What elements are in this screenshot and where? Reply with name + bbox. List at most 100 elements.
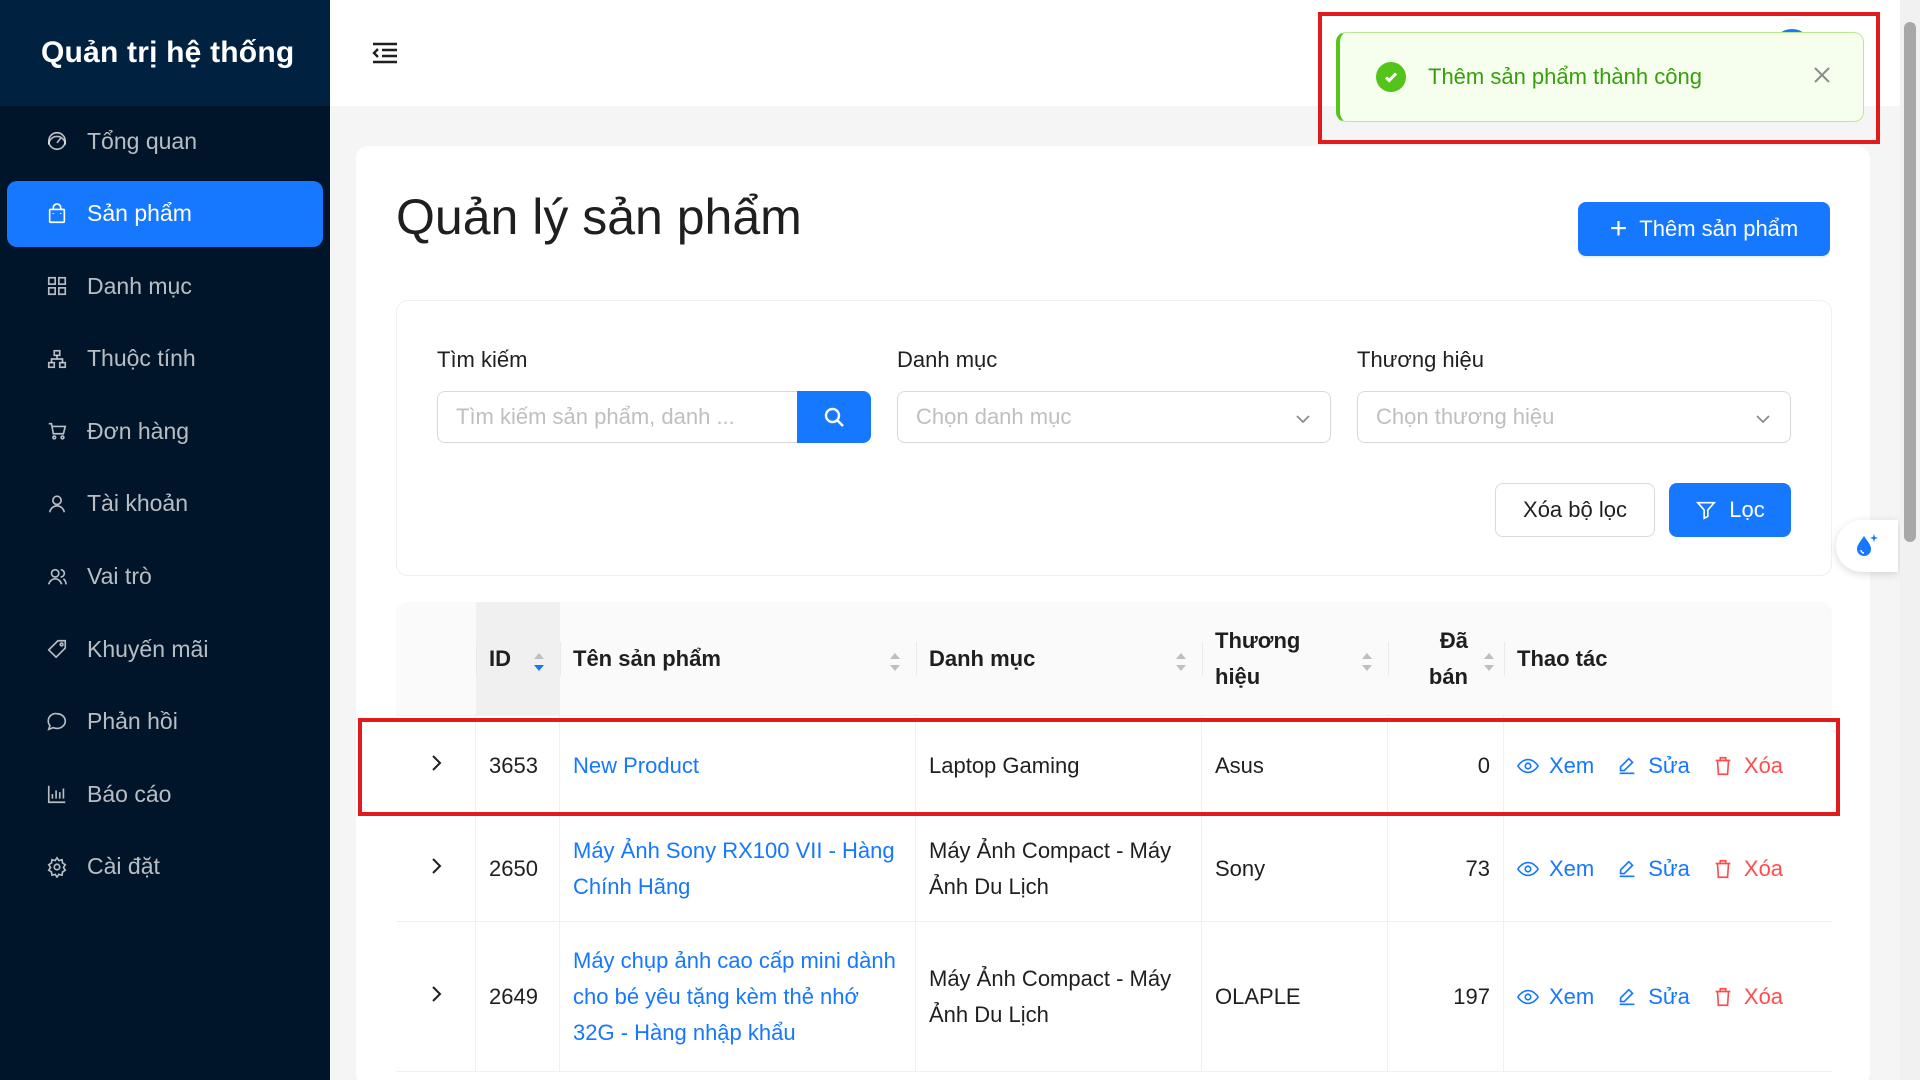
edit-button[interactable]: Sửa	[1616, 851, 1690, 887]
cell-brand: Sony	[1202, 816, 1388, 921]
shopping-bag-icon	[45, 202, 69, 226]
column-header-brand[interactable]: Thương hiệu	[1202, 602, 1388, 715]
eye-icon	[1517, 861, 1539, 876]
brand-label: Thương hiệu	[1357, 347, 1485, 372]
cell-actions: Xem Sửa Xóa	[1504, 922, 1832, 1071]
search-icon	[824, 407, 844, 427]
table-header: ID Tên sản phẩm Danh mục Thương hiệu Đã …	[396, 602, 1832, 716]
sidebar-item-attributes[interactable]: Thuộc tính	[7, 326, 323, 392]
chevron-down-icon	[1754, 408, 1772, 426]
cell-actions: Xem Sửa Xóa	[1504, 816, 1832, 921]
delete-button[interactable]: Xóa	[1712, 748, 1783, 784]
cell-sold: 0	[1388, 716, 1504, 815]
droplet-sparkle-icon	[1857, 534, 1878, 556]
toast-message: Thêm sản phẩm thành công	[1428, 64, 1702, 89]
product-name-link[interactable]: New Product	[573, 748, 699, 784]
category-label: Danh mục	[897, 347, 998, 372]
edit-button[interactable]: Sửa	[1616, 979, 1690, 1015]
sidebar-item-categories[interactable]: Danh mục	[7, 253, 323, 319]
cell-name: Máy chụp ảnh cao cấp mini dành cho bé yê…	[560, 922, 916, 1071]
sidebar-item-overview[interactable]: Tổng quan	[7, 108, 323, 174]
column-header-name[interactable]: Tên sản phẩm	[560, 602, 916, 715]
column-header-sold[interactable]: Đã bán	[1388, 602, 1504, 715]
sidebar-item-reports[interactable]: Báo cáo	[7, 761, 323, 827]
sidebar-menu: Tổng quan Sản phẩm Danh mục Thuộc tính Đ…	[0, 108, 330, 900]
view-label: Xem	[1549, 983, 1595, 1009]
sort-icon[interactable]	[1174, 648, 1188, 671]
check-circle-icon	[1376, 62, 1406, 92]
sidebar-item-promotions[interactable]: Khuyến mãi	[7, 616, 323, 682]
sidebar-item-roles[interactable]: Vai trò	[7, 544, 323, 610]
view-button[interactable]: Xem	[1517, 979, 1594, 1015]
product-name-link[interactable]: Máy chụp ảnh cao cấp mini dành cho bé yê…	[573, 943, 902, 1051]
category-select[interactable]: Chọn danh mục	[897, 391, 1331, 443]
search-input[interactable]: Tìm kiếm sản phẩm, danh ...	[437, 391, 799, 443]
close-icon[interactable]	[1811, 64, 1833, 86]
bar-chart-icon	[45, 782, 69, 806]
edit-button[interactable]: Sửa	[1616, 748, 1690, 784]
sidebar-item-accounts[interactable]: Tài khoản	[7, 471, 323, 537]
search-button[interactable]	[797, 391, 871, 443]
page-scrollbar[interactable]	[1900, 0, 1920, 1080]
edit-icon	[1619, 987, 1635, 1005]
add-product-label: Thêm sản phẩm	[1639, 216, 1799, 241]
sort-icon[interactable]	[888, 648, 902, 671]
chevron-right-icon	[426, 748, 446, 784]
view-button[interactable]: Xem	[1517, 748, 1594, 784]
add-product-button[interactable]: + Thêm sản phẩm	[1578, 202, 1830, 256]
clear-filter-button[interactable]: Xóa bộ lọc	[1495, 483, 1655, 537]
filter-button[interactable]: Lọc	[1669, 483, 1791, 537]
expand-row-button[interactable]	[396, 716, 476, 815]
page-title: Quản lý sản phẩm	[396, 189, 802, 245]
table-row: 2649 Máy chụp ảnh cao cấp mini dành cho …	[396, 922, 1832, 1072]
user-icon	[45, 492, 69, 516]
cluster-icon	[45, 347, 69, 371]
sidebar: Quản trị hệ thống Tổng quan Sản phẩm Dan…	[0, 0, 330, 1080]
chevron-right-icon	[426, 979, 446, 1015]
expand-row-button[interactable]	[396, 922, 476, 1071]
settings-icon	[45, 855, 69, 879]
team-icon	[45, 565, 69, 589]
cell-category: Máy Ảnh Compact - Máy Ảnh Du Lịch	[916, 816, 1202, 921]
sidebar-item-label: Đơn hàng	[87, 417, 190, 444]
search-group: Tìm kiếm sản phẩm, danh ...	[437, 391, 871, 443]
floating-helper-button[interactable]	[1836, 520, 1898, 572]
comment-icon	[45, 710, 69, 734]
expand-row-button[interactable]	[396, 816, 476, 921]
eye-icon	[1517, 989, 1539, 1004]
table-row: 3653 New Product Laptop Gaming Asus 0 Xe…	[396, 716, 1832, 816]
sidebar-item-label: Tài khoản	[87, 490, 189, 517]
cell-actions: Xem Sửa Xóa	[1504, 716, 1832, 815]
table-body: 3653 New Product Laptop Gaming Asus 0 Xe…	[396, 716, 1832, 1072]
sort-icon[interactable]	[532, 648, 546, 671]
menu-fold-icon[interactable]	[370, 38, 400, 68]
sidebar-item-settings[interactable]: Cài đặt	[7, 834, 323, 900]
sidebar-item-orders[interactable]: Đơn hàng	[7, 398, 323, 464]
column-header-category[interactable]: Danh mục	[916, 602, 1202, 715]
sidebar-item-label: Phản hồi	[87, 708, 178, 735]
brand-select[interactable]: Chọn thương hiệu	[1357, 391, 1791, 443]
trash-icon	[1715, 756, 1731, 775]
cell-name: Máy Ảnh Sony RX100 VII - Hàng Chính Hãng	[560, 816, 916, 921]
category-placeholder: Chọn danh mục	[916, 404, 1072, 429]
delete-label: Xóa	[1743, 983, 1784, 1009]
cell-category: Laptop Gaming	[916, 716, 1202, 815]
product-name-link[interactable]: Máy Ảnh Sony RX100 VII - Hàng Chính Hãng	[573, 833, 902, 905]
scrollbar-thumb[interactable]	[1904, 22, 1916, 542]
delete-button[interactable]: Xóa	[1712, 851, 1783, 887]
sidebar-item-feedback[interactable]: Phản hồi	[7, 689, 323, 755]
cell-brand: Asus	[1202, 716, 1388, 815]
cell-id: 3653	[476, 716, 560, 815]
trash-icon	[1715, 859, 1731, 878]
sidebar-item-products[interactable]: Sản phẩm	[7, 180, 323, 247]
sort-icon[interactable]	[1482, 648, 1496, 671]
column-header-label: Tên sản phẩm	[573, 645, 721, 671]
delete-button[interactable]: Xóa	[1712, 979, 1783, 1015]
column-header-id[interactable]: ID	[476, 602, 560, 715]
view-button[interactable]: Xem	[1517, 851, 1594, 887]
edit-label: Sửa	[1648, 983, 1690, 1009]
sort-icon[interactable]	[1360, 648, 1374, 671]
cell-id: 2649	[476, 922, 560, 1071]
edit-icon	[1619, 756, 1635, 774]
edit-icon	[1619, 859, 1635, 877]
